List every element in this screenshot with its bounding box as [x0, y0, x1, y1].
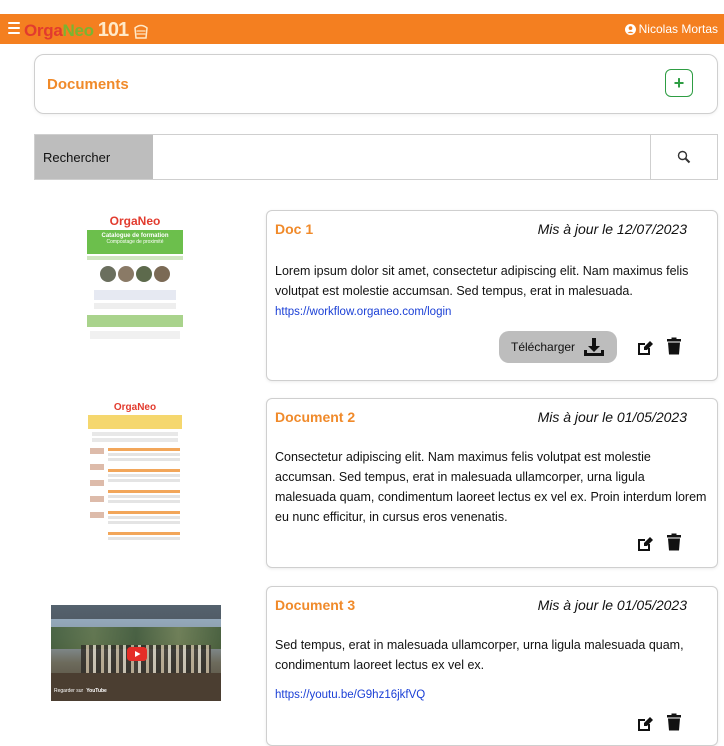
watch-on-youtube[interactable]: Regarder sur YouTube: [54, 688, 107, 694]
thumbnail-subtitle: Compostage de proximité: [106, 239, 164, 245]
document-thumbnail[interactable]: OrgaNeo: [86, 400, 184, 544]
document-description: Sed tempus, erat in malesuada ullamcorpe…: [275, 638, 684, 672]
document-text: Lorem ipsum dolor sit amet, consectetur …: [275, 264, 689, 298]
logo-text-101: 101: [97, 19, 129, 41]
document-title: Doc 1: [275, 221, 314, 237]
search-button[interactable]: [651, 135, 717, 179]
document-title: Document 3: [275, 597, 356, 613]
document-card: Document 2 Mis à jour le 01/05/2023 Cons…: [266, 398, 718, 568]
download-label: Télécharger: [511, 340, 576, 354]
thumbnail-title: Catalogue de formation: [101, 233, 169, 239]
compost-bin-icon: [134, 24, 148, 39]
download-button[interactable]: Télécharger: [499, 331, 617, 363]
thumbnail-photos: [84, 266, 186, 282]
search-icon: [677, 150, 691, 164]
video-thumbnail[interactable]: Regarder sur YouTube: [51, 605, 221, 701]
trash-icon[interactable]: [665, 533, 683, 551]
document-card: Doc 1 Mis à jour le 12/07/2023 Lorem ips…: [266, 210, 718, 381]
logo-text-neo: Neo: [62, 20, 94, 40]
watch-label: Regarder sur: [54, 688, 84, 694]
search-label: Rechercher: [35, 135, 153, 179]
document-link[interactable]: https://workflow.organeo.com/login: [275, 306, 451, 318]
add-document-button[interactable]: +: [665, 69, 693, 97]
download-icon: [584, 338, 604, 356]
thumbnail-brand: OrgaNeo: [113, 402, 157, 413]
edit-icon[interactable]: [636, 339, 654, 357]
plus-icon: +: [673, 73, 685, 93]
page-title: Documents: [47, 76, 129, 93]
document-title: Document 2: [275, 409, 356, 425]
top-bar: Orga Neo 101 Nicolas Mortas: [0, 14, 724, 44]
document-link[interactable]: https://youtu.be/G9hz16jkfVQ: [275, 689, 425, 701]
play-icon[interactable]: [127, 647, 147, 661]
edit-icon[interactable]: [636, 715, 654, 733]
menu-icon[interactable]: [8, 22, 20, 34]
youtube-logo: YouTube: [86, 688, 107, 694]
trash-icon[interactable]: [665, 337, 683, 355]
user-menu[interactable]: Nicolas Mortas: [624, 22, 718, 36]
trash-icon[interactable]: [665, 713, 683, 731]
document-date: Mis à jour le 12/07/2023: [537, 221, 687, 237]
documents-header: Documents +: [34, 54, 718, 114]
logo-text-orga: Orga: [24, 20, 63, 40]
document-date: Mis à jour le 01/05/2023: [537, 409, 687, 425]
search-bar: Rechercher: [34, 134, 718, 180]
document-date: Mis à jour le 01/05/2023: [537, 597, 687, 613]
search-input[interactable]: [153, 135, 651, 179]
user-circle-icon: [624, 23, 636, 35]
app-logo[interactable]: Orga Neo 101: [24, 19, 150, 42]
document-description: Lorem ipsum dolor sit amet, consectetur …: [275, 261, 707, 322]
edit-icon[interactable]: [636, 535, 654, 553]
thumbnail-brand: OrgaNeo: [109, 214, 161, 228]
user-name: Nicolas Mortas: [638, 22, 718, 36]
document-thumbnail[interactable]: OrgaNeo Catalogue de formation Compostag…: [84, 212, 186, 358]
video-header: [51, 605, 221, 619]
video-ground: [51, 673, 221, 701]
document-description: Consectetur adipiscing elit. Nam maximus…: [275, 450, 707, 524]
document-card: Document 3 Mis à jour le 01/05/2023 Sed …: [266, 586, 718, 746]
